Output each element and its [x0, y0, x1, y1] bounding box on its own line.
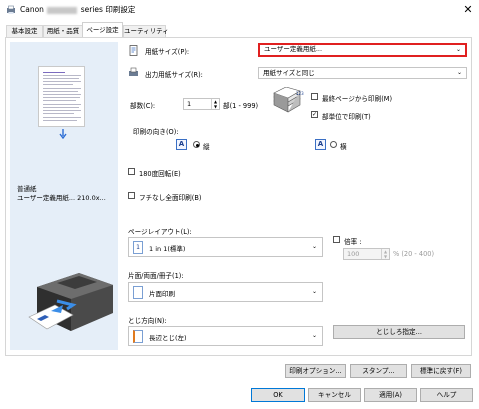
- print-options-button[interactable]: 印刷オプション...: [285, 364, 346, 378]
- ok-button[interactable]: OK: [251, 388, 305, 402]
- printer-illustration: [28, 273, 113, 331]
- landscape-icon: A: [315, 139, 326, 150]
- page-layout-dropdown[interactable]: 1 1 in 1(標準) ⌄: [128, 237, 323, 257]
- output-size-icon: [129, 67, 138, 76]
- feed-direction-arrow-icon: [59, 129, 67, 139]
- collate-label: 部単位で印刷(T): [322, 113, 371, 121]
- binding-value: 長辺とじ(左): [149, 334, 187, 342]
- rotate-180-checkbox[interactable]: [128, 168, 135, 175]
- apply-button[interactable]: 適用(A): [364, 388, 417, 402]
- tab-basic[interactable]: 基本設定: [6, 25, 43, 37]
- chevron-down-icon: ⌄: [311, 288, 317, 295]
- chevron-down-icon: ⌄: [311, 243, 317, 250]
- window-title-suffix: series 印刷設定: [80, 5, 136, 14]
- tab-page-setup[interactable]: ページ設定: [82, 22, 123, 37]
- spin-arrows-icon[interactable]: ▲ ▼: [211, 99, 219, 109]
- duplex-value: 片面印刷: [149, 290, 175, 298]
- single-side-icon: [133, 286, 143, 299]
- duplex-label: 片面/両面/冊子(1):: [128, 272, 184, 280]
- svg-text:123: 123: [296, 91, 304, 96]
- page-layout-label: ページレイアウト(L):: [128, 228, 192, 236]
- tab-media-quality[interactable]: 用紙・品質: [43, 25, 83, 37]
- scale-checkbox[interactable]: [333, 236, 340, 243]
- binding-label: とじ方向(N):: [128, 317, 167, 325]
- collate-stack-icon: 123: [273, 87, 304, 113]
- close-button[interactable]: ✕: [461, 3, 475, 17]
- last-page-first-label: 最終ページから印刷(M): [322, 95, 393, 103]
- page-layout-value: 1 in 1(標準): [149, 245, 186, 253]
- page-layout-icon: 1: [133, 241, 143, 254]
- chevron-down-icon: ⌄: [455, 46, 461, 53]
- output-size-value: 用紙サイズと同じ: [263, 69, 315, 77]
- chevron-down-icon: ⌄: [311, 332, 317, 339]
- window-title: Canon series 印刷設定: [20, 4, 135, 15]
- page-size-icon: [129, 45, 138, 56]
- restore-defaults-button[interactable]: 標準に戻す(F): [411, 364, 471, 378]
- stamp-button[interactable]: スタンプ...: [350, 364, 407, 378]
- portrait-icon: A: [176, 139, 187, 150]
- window-title-prefix: Canon: [20, 5, 44, 14]
- page-size-value: ユーザー定義用紙...: [264, 45, 323, 53]
- chevron-down-icon: ⌄: [456, 69, 462, 76]
- scale-range: % (20 - 400): [393, 250, 435, 258]
- binding-dropdown[interactable]: 長辺とじ(左) ⌄: [128, 326, 323, 346]
- printer-app-icon: [7, 5, 15, 14]
- borderless-label: フチなし全面印刷(B): [139, 194, 202, 202]
- binding-left-icon: [133, 330, 143, 343]
- spin-arrows-icon[interactable]: ▲ ▼: [381, 249, 389, 259]
- portrait-label: 縦: [203, 143, 210, 151]
- help-button[interactable]: ヘルプ: [420, 388, 473, 402]
- media-size-text: ユーザー定義用紙... 210.0x...: [17, 194, 106, 202]
- page-size-label: 用紙サイズ(P):: [145, 48, 190, 56]
- page-preview: [38, 66, 85, 127]
- portrait-radio[interactable]: [193, 141, 200, 148]
- duplex-dropdown[interactable]: 片面印刷 ⌄: [128, 282, 323, 302]
- cancel-button[interactable]: キャンセル: [308, 388, 361, 402]
- redacted-model-name: [47, 6, 78, 14]
- output-size-dropdown[interactable]: 用紙サイズと同じ ⌄: [258, 67, 467, 79]
- borderless-checkbox[interactable]: [128, 192, 135, 199]
- media-type-text: 普通紙: [17, 185, 37, 193]
- copies-range: 部(1 - 999): [223, 102, 259, 110]
- last-page-first-checkbox[interactable]: [311, 93, 318, 100]
- orientation-label: 印刷の向き(O):: [133, 128, 179, 136]
- landscape-radio[interactable]: [330, 141, 337, 148]
- scale-value: 100: [347, 250, 360, 258]
- tab-utility[interactable]: ユーティリティ: [123, 25, 169, 37]
- copies-stepper[interactable]: 1 ▲ ▼: [183, 98, 220, 110]
- media-summary: 普通紙 ユーザー定義用紙... 210.0x...: [17, 185, 106, 203]
- output-size-label: 出力用紙サイズ(R):: [145, 71, 203, 79]
- scale-stepper[interactable]: 100 ▲ ▼: [343, 248, 390, 260]
- scale-label: 倍率 :: [344, 238, 362, 246]
- rotate-180-label: 180度回転(E): [139, 170, 181, 178]
- collate-checkbox[interactable]: ✓: [311, 111, 318, 118]
- copies-value: 1: [187, 100, 192, 108]
- copies-label: 部数(C):: [130, 102, 156, 110]
- binding-margin-button[interactable]: とじしろ指定...: [333, 325, 465, 339]
- landscape-label: 横: [340, 143, 347, 151]
- page-size-dropdown[interactable]: ユーザー定義用紙... ⌄: [258, 43, 467, 57]
